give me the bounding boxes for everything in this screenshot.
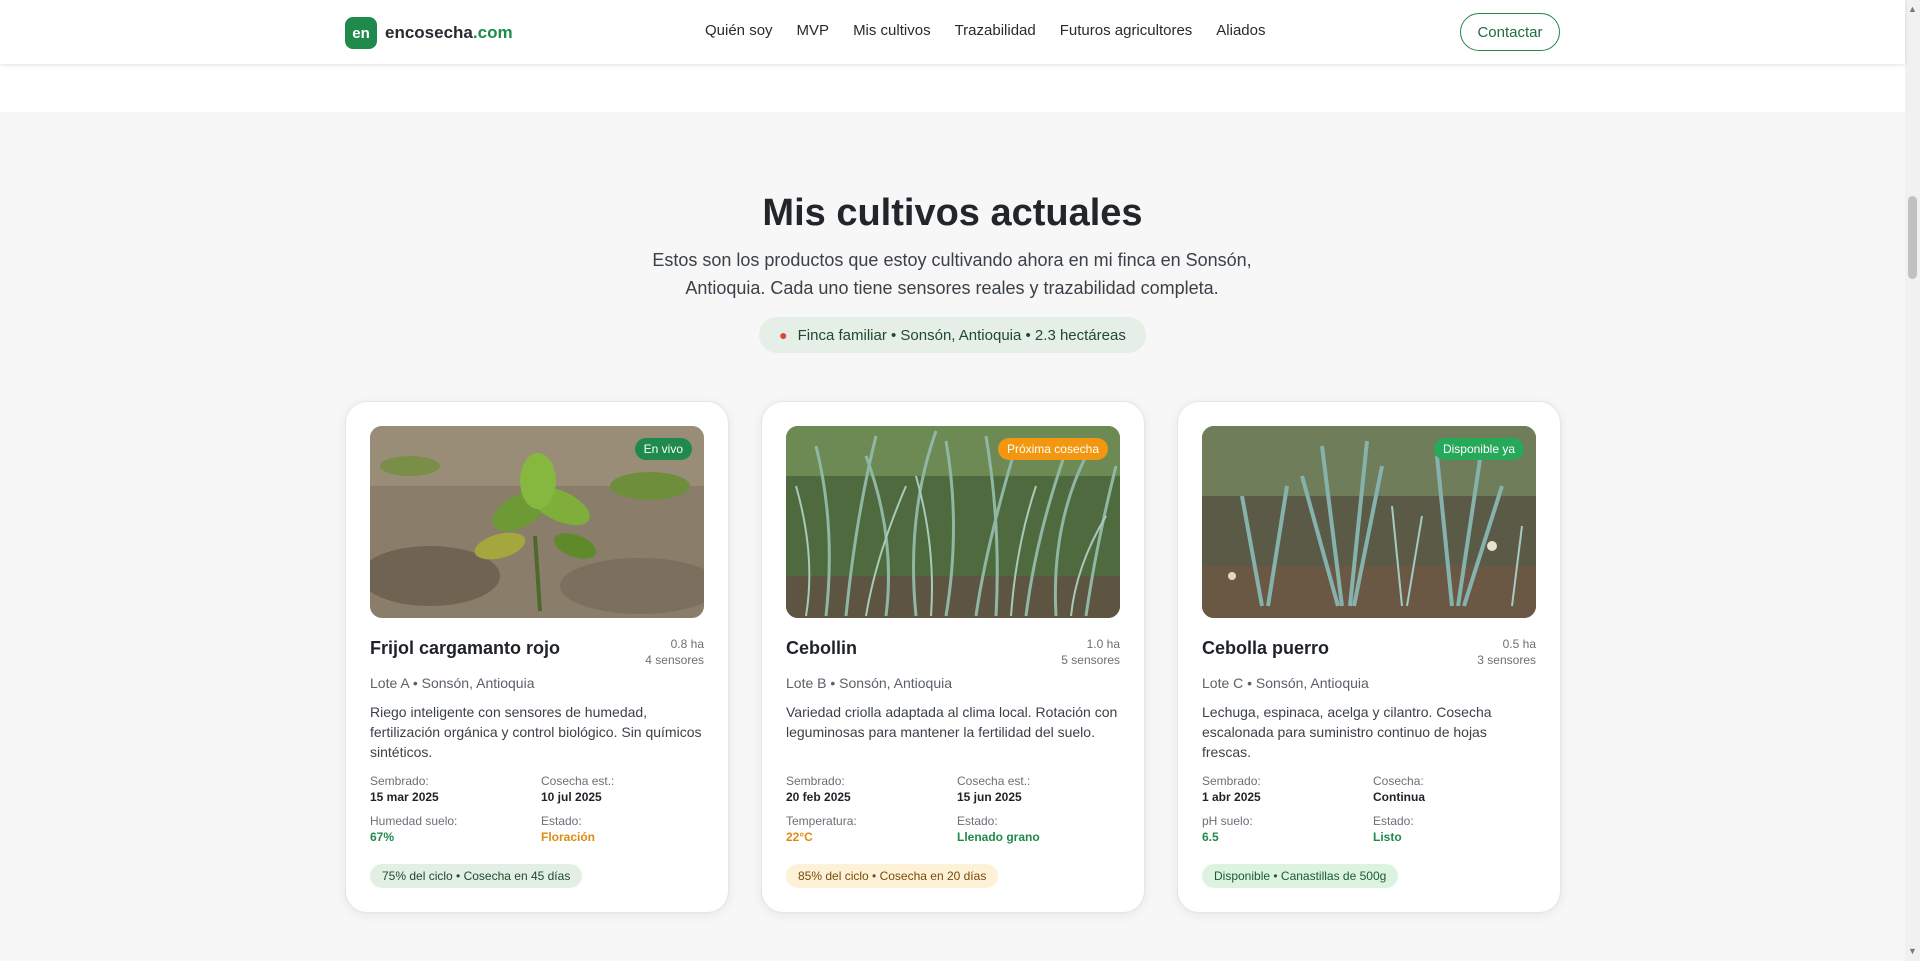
status-badge: Próxima cosecha [997, 438, 1108, 460]
stat-label: Estado: [1373, 814, 1414, 828]
stat-value: Llenado grano [957, 830, 1040, 844]
crop-photo: Disponible ya [1202, 426, 1536, 618]
crop-area: 0.8 ha [670, 637, 704, 651]
crop-sensors: 3 sensores [1477, 653, 1536, 667]
stat-status: Estado: Floración [541, 813, 595, 845]
page-scrollbar[interactable]: ▲ ▼ [1905, 0, 1920, 961]
stat-value: 1 abr 2025 [1202, 790, 1261, 804]
crop-location: Lote A • Sonsón, Antioquia [370, 675, 535, 691]
stat-value: 67% [370, 830, 395, 844]
stat-harvest: Cosecha est.: 15 jun 2025 [957, 773, 1030, 805]
stat-sensor: Humedad suelo: 67% [370, 813, 457, 845]
stat-label: Temperatura: [786, 814, 857, 828]
nav-aliados[interactable]: Aliados [1216, 22, 1265, 39]
scroll-up-icon[interactable]: ▲ [1908, 4, 1917, 14]
progress-pill: 75% del ciclo • Cosecha en 45 días [370, 864, 583, 888]
stat-value: Floración [541, 830, 596, 844]
crop-meta: 0.5 ha 3 sensores [1477, 636, 1536, 668]
crop-card[interactable]: Próxima cosecha Cebollin 1.0 ha 5 sensor… [761, 401, 1145, 913]
status-badge: En vivo [634, 438, 692, 460]
stat-label: Cosecha est.: [957, 774, 1031, 788]
crop-name: Cebollin [786, 638, 857, 658]
location-pill: ● Finca familiar • Sonsón, Antioquia • 2… [759, 317, 1146, 353]
logo-badge: en [345, 17, 377, 49]
stat-label: Cosecha: [1373, 774, 1424, 788]
crop-area: 1.0 ha [1086, 637, 1120, 651]
stat-sown: Sembrado: 1 abr 2025 [1202, 773, 1261, 805]
stat-sensor: Temperatura: 22°C [786, 813, 857, 845]
stat-label: Sembrado: [786, 774, 845, 788]
stat-status: Estado: Llenado grano [957, 813, 1040, 845]
crop-sensors: 4 sensores [645, 653, 704, 667]
nav-mvp[interactable]: MVP [797, 22, 830, 39]
stat-label: pH suelo: [1202, 814, 1253, 828]
scroll-down-icon[interactable]: ▼ [1908, 946, 1917, 956]
crop-name: Frijol cargamanto rojo [370, 638, 561, 658]
logo-tld: .com [472, 23, 513, 42]
crop-photo: En vivo [370, 426, 704, 618]
crop-area: 0.5 ha [1502, 637, 1536, 651]
crop-description: Riego inteligente con sensores de humeda… [370, 704, 702, 760]
section-subtitle: Estos son los productos que estoy cultiv… [652, 250, 1252, 298]
stat-value: 22°C [786, 830, 813, 844]
main-nav: Quién soy MVP Mis cultivos Trazabilidad … [705, 22, 1290, 39]
stat-value: 10 jul 2025 [541, 790, 602, 804]
stat-value: 20 feb 2025 [786, 790, 851, 804]
site-header: en encosecha.com Quién soy MVP Mis culti… [0, 0, 1905, 64]
stat-label: Humedad suelo: [370, 814, 458, 828]
stat-label: Sembrado: [1202, 774, 1261, 788]
crop-sensors: 5 sensores [1061, 653, 1120, 667]
status-badge: Disponible ya [1433, 438, 1524, 460]
crop-meta: 1.0 ha 5 sensores [1061, 636, 1120, 668]
crop-name: Cebolla puerro [1202, 638, 1330, 658]
location-text: Finca familiar • Sonsón, Antioquia • 2.3… [797, 326, 1126, 344]
crop-meta: 0.8 ha 4 sensores [645, 636, 704, 668]
nav-futuros-agricultores[interactable]: Futuros agricultores [1060, 22, 1193, 39]
progress-pill: 85% del ciclo • Cosecha en 20 días [786, 864, 999, 888]
stat-value: 6.5 [1202, 830, 1219, 844]
stat-value: 15 jun 2025 [957, 790, 1022, 804]
scroll-thumb[interactable] [1908, 196, 1917, 279]
crop-photo: Próxima cosecha [786, 426, 1120, 618]
nav-mis-cultivos[interactable]: Mis cultivos [853, 22, 931, 39]
crop-card[interactable]: Disponible ya Cebolla puerro 0.5 ha 3 se… [1177, 401, 1561, 913]
stat-status: Estado: Listo [1373, 813, 1414, 845]
stat-sown: Sembrado: 15 mar 2025 [370, 773, 439, 805]
map-pin-icon: ● [779, 327, 788, 343]
crop-description: Variedad criolla adaptada al clima local… [786, 704, 1118, 740]
logo-name: encosecha [385, 23, 473, 42]
stat-sensor: pH suelo: 6.5 [1202, 813, 1253, 845]
progress-pill: Disponible • Canastillas de 500g [1202, 864, 1399, 888]
contact-button[interactable]: Contactar [1460, 13, 1560, 51]
site-logo[interactable]: en encosecha.com [345, 17, 513, 49]
stat-value: 15 mar 2025 [370, 790, 439, 804]
stat-sown: Sembrado: 20 feb 2025 [786, 773, 851, 805]
logo-text: encosecha.com [385, 23, 513, 43]
crop-card[interactable]: En vivo Frijol cargamanto rojo 0.8 ha 4 … [345, 401, 729, 913]
stat-value: Listo [1373, 830, 1402, 844]
crop-description: Lechuga, espinaca, acelga y cilantro. Co… [1202, 704, 1492, 760]
crop-location: Lote B • Sonsón, Antioquia [786, 675, 953, 691]
stat-label: Sembrado: [370, 774, 429, 788]
section-title: Mis cultivos actuales [762, 192, 1143, 234]
stat-harvest: Cosecha: Continua [1373, 773, 1425, 805]
stat-label: Estado: [957, 814, 998, 828]
stat-label: Estado: [541, 814, 582, 828]
stat-label: Cosecha est.: [541, 774, 615, 788]
nav-quien-soy[interactable]: Quién soy [705, 22, 773, 39]
crop-location: Lote C • Sonsón, Antioquia [1202, 675, 1369, 691]
stat-value: Continua [1373, 790, 1425, 804]
nav-trazabilidad[interactable]: Trazabilidad [955, 22, 1036, 39]
stat-harvest: Cosecha est.: 10 jul 2025 [541, 773, 614, 805]
